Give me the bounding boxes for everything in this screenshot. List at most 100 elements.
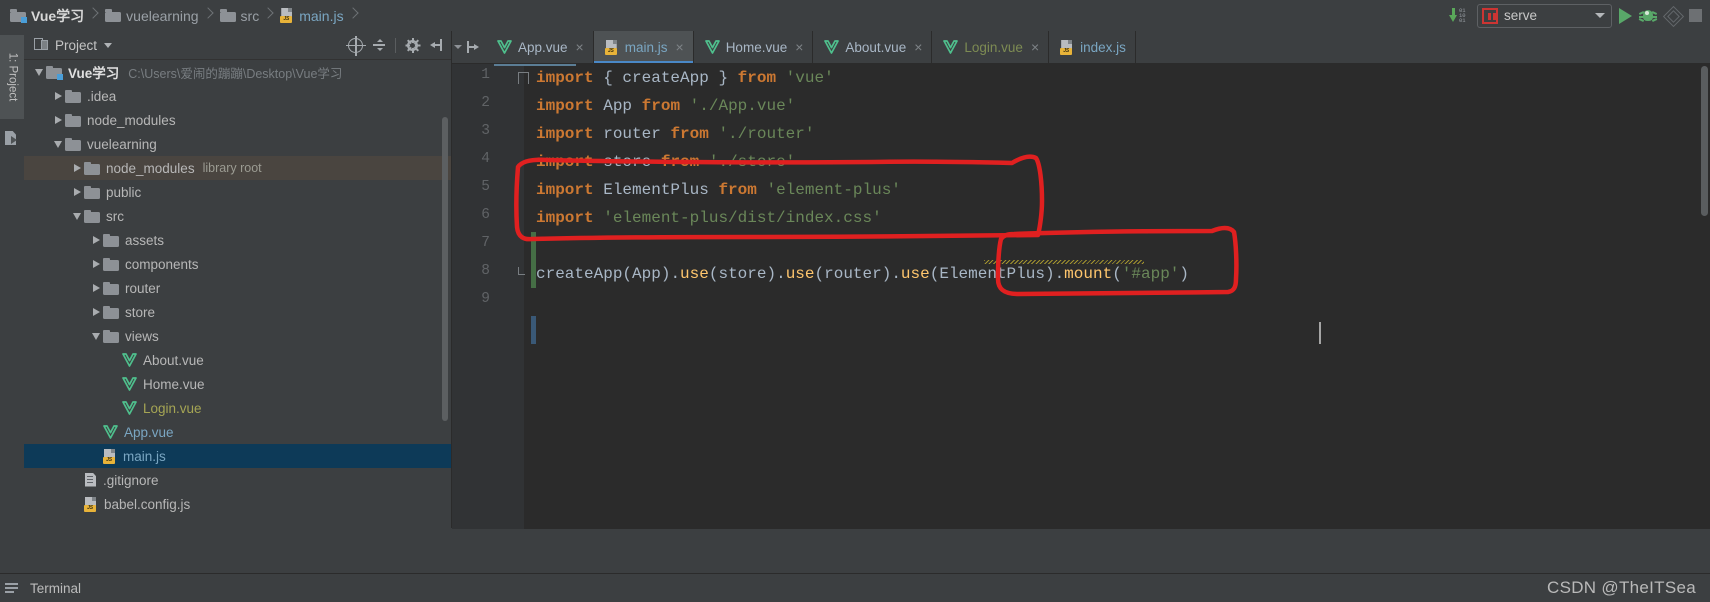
close-icon[interactable]: × <box>795 39 803 55</box>
tree-node-label: public <box>106 184 142 200</box>
code-editor[interactable]: 1 2 3 4 5 6 7 8 9 import { createApp } from 'vue… <box>452 64 1710 529</box>
run-configuration-selector[interactable]: serve <box>1477 3 1612 28</box>
close-icon[interactable]: × <box>676 39 684 55</box>
tree-node-.gitignore[interactable]: .gitignore <box>24 468 451 492</box>
tree-node-views[interactable]: views <box>24 324 451 348</box>
tree-node-label: .idea <box>87 88 117 104</box>
chevron-down-icon[interactable] <box>454 45 462 49</box>
close-icon[interactable]: × <box>1031 39 1039 55</box>
project-tree-scrollbar[interactable] <box>442 117 448 421</box>
breadcrumb-item-vuelearning[interactable]: vuelearning <box>101 0 200 31</box>
breadcrumb-item-Vue学习[interactable]: Vue学习 <box>6 0 86 31</box>
debug-button[interactable] <box>1638 7 1658 24</box>
tree-node-store[interactable]: store <box>24 300 451 324</box>
run-with-coverage-button[interactable] <box>1662 5 1685 28</box>
chevron-down-icon[interactable] <box>89 324 103 348</box>
tree-node-.idea[interactable]: .idea <box>24 84 451 108</box>
tree-node-node_modules[interactable]: node_modules <box>24 108 451 132</box>
breadcrumb-item-main.js[interactable]: JS main.js <box>276 0 345 31</box>
chevron-right-icon[interactable] <box>51 108 65 132</box>
structure-icon[interactable] <box>5 131 19 146</box>
breadcrumb-item-src[interactable]: src <box>216 0 262 31</box>
chevron-right-icon[interactable] <box>89 228 103 252</box>
sidebar-item-project-tab[interactable]: 1: Project <box>0 35 24 119</box>
chevron-down-icon[interactable] <box>104 42 113 48</box>
close-icon[interactable]: × <box>914 39 922 55</box>
folder-icon <box>105 9 122 22</box>
tree-node-main.js[interactable]: JS main.js <box>24 444 451 468</box>
chevron-down-icon[interactable] <box>32 60 46 84</box>
update-project-icon[interactable]: 01 10 01 <box>1448 7 1470 24</box>
tab-main.js[interactable]: JS main.js × <box>593 31 694 63</box>
chevron-down-icon[interactable] <box>1595 13 1605 18</box>
vcs-change-marker[interactable] <box>531 316 536 344</box>
chevron-right-icon[interactable] <box>51 84 65 108</box>
editor-gutter[interactable]: 1 2 3 4 5 6 7 8 9 <box>452 64 524 529</box>
code-token: createApp <box>536 265 623 283</box>
tree-node-babel.config.js[interactable]: JS babel.config.js <box>24 492 451 516</box>
tree-node-Vue学习[interactable]: Vue学习 C:\Users\爱闹的蹦蹦\Desktop\Vue学习 <box>24 60 451 84</box>
tree-node-label: Home.vue <box>143 376 205 392</box>
tree-node-assets[interactable]: assets <box>24 228 451 252</box>
terminal-button[interactable]: Terminal <box>30 581 81 596</box>
settings-gear-icon[interactable] <box>405 37 420 53</box>
chevron-right-icon[interactable] <box>89 300 103 324</box>
chevron-down-icon[interactable] <box>70 204 84 228</box>
project-tree[interactable]: Vue学习 C:\Users\爱闹的蹦蹦\Desktop\Vue学习 .idea no… <box>24 60 451 528</box>
tree-node-label: Login.vue <box>143 400 202 416</box>
tree-node-label: Vue学习 <box>68 66 120 81</box>
tree-node-public[interactable]: public <box>24 180 451 204</box>
tab-index.js[interactable]: JS index.js <box>1049 31 1136 63</box>
menu-icon[interactable] <box>5 581 19 595</box>
tab-App.vue[interactable]: App.vue × <box>486 31 594 63</box>
tree-node-Login.vue[interactable]: Login.vue <box>24 396 451 420</box>
tab-About.vue[interactable]: About.vue × <box>813 31 933 63</box>
js-file-icon: JS <box>280 8 294 23</box>
code-token: use <box>785 265 815 283</box>
hide-panel-icon[interactable] <box>466 40 480 54</box>
folder-icon <box>219 9 236 22</box>
tree-node-App.vue[interactable]: App.vue <box>24 420 451 444</box>
code-token: use <box>680 265 709 283</box>
chevron-down-icon[interactable] <box>51 132 65 156</box>
editor-scrollbar[interactable] <box>1701 66 1708 216</box>
run-button[interactable] <box>1619 7 1632 24</box>
tab-label: Login.vue <box>964 39 1023 55</box>
code-token: import <box>536 209 594 227</box>
collapse-all-icon[interactable] <box>372 38 386 52</box>
stop-button[interactable] <box>1689 9 1702 22</box>
code-fold-end-icon[interactable] <box>518 267 525 275</box>
tool-window-stripe-left: 1: Project <box>0 31 25 528</box>
tree-node-router[interactable]: router <box>24 276 451 300</box>
tab-Home.vue[interactable]: Home.vue × <box>694 31 814 63</box>
tab-Login.vue[interactable]: Login.vue × <box>932 31 1050 63</box>
chevron-right-icon[interactable] <box>70 156 84 180</box>
tree-node-components[interactable]: components <box>24 252 451 276</box>
tree-node-Home.vue[interactable]: Home.vue <box>24 372 451 396</box>
code-token: './store' <box>708 153 796 171</box>
code-content[interactable]: import { createApp } from 'vue' import Ap… <box>536 64 1189 316</box>
chevron-right-icon[interactable] <box>70 180 84 204</box>
folder-icon <box>103 257 119 271</box>
tree-node-label: src <box>106 208 124 224</box>
tree-node-About.vue[interactable]: About.vue <box>24 348 451 372</box>
chevron-right-icon[interactable] <box>89 252 103 276</box>
tree-node-node_modules[interactable]: node_modules library root <box>24 156 451 180</box>
tree-node-vuelearning[interactable]: vuelearning <box>24 132 451 156</box>
module-badge <box>57 73 63 80</box>
line-number: 2 <box>481 95 490 111</box>
code-fold-icon[interactable] <box>518 72 529 84</box>
scroll-from-source-icon[interactable] <box>346 35 366 56</box>
breadcrumb-label: main.js <box>299 7 344 24</box>
code-line-8: createApp(App).use(store).use(router).us… <box>536 260 1189 288</box>
close-icon[interactable]: × <box>576 39 584 55</box>
hide-panel-icon[interactable] <box>429 38 443 52</box>
tree-node-src[interactable]: src <box>24 204 451 228</box>
chevron-right-icon[interactable] <box>89 276 103 300</box>
editor-tabs: App.vue × JS main.js × Home.vue × About.vue × Log… <box>486 31 1136 63</box>
